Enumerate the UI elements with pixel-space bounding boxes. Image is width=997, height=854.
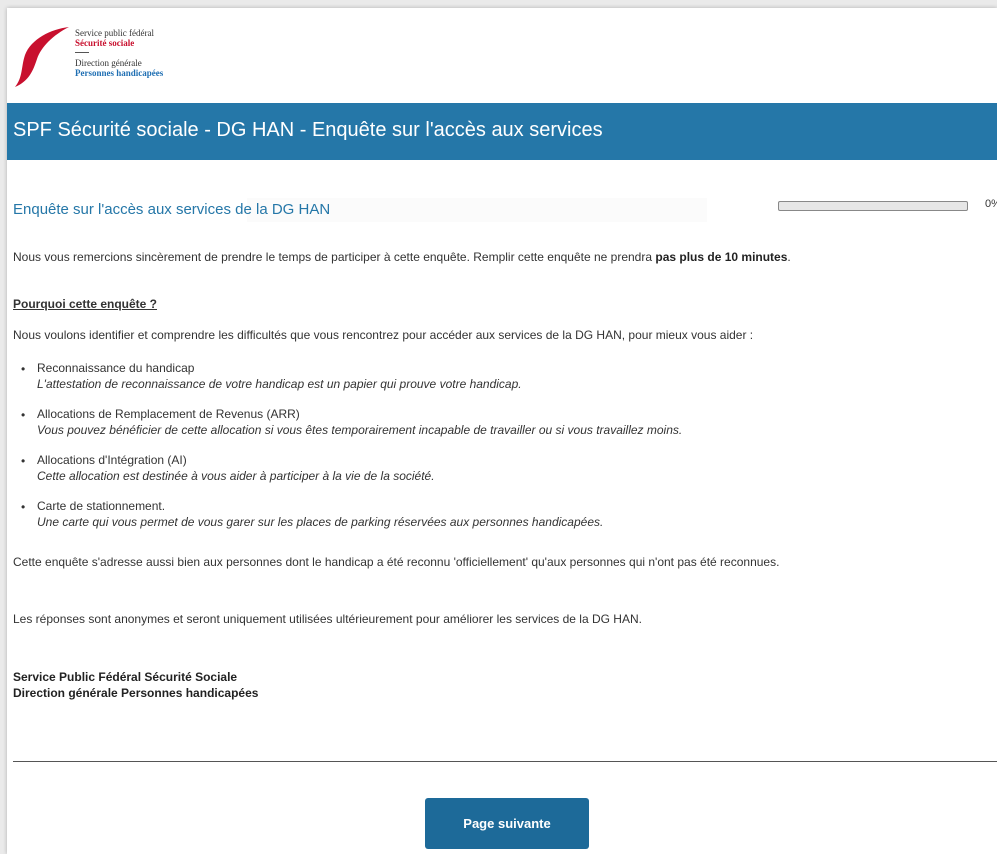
- why-heading: Pourquoi cette enquête ?: [13, 297, 158, 311]
- list-item: • Allocations de Remplacement de Revenus…: [7, 407, 682, 453]
- logo-divider: [75, 52, 89, 53]
- intro-text-part1: Nous vous remercions sincèrement de pren…: [13, 250, 656, 264]
- signature-line-1: Service Public Fédéral Sécurité Sociale: [13, 670, 238, 684]
- anonymity-text: Les réponses sont anonymes et seront uni…: [13, 612, 642, 626]
- intro-text-part2: .: [787, 250, 791, 264]
- intro-text: Nous vous remercions sincèrement de pren…: [13, 250, 791, 264]
- list-item-title: Allocations de Remplacement de Revenus (…: [37, 407, 300, 421]
- audience-text: Cette enquête s'adresse aussi bien aux p…: [13, 555, 780, 569]
- intro-text-bold: pas plus de 10 minutes: [655, 250, 788, 264]
- page-container: Service public fédéral Sécurité sociale …: [7, 8, 997, 854]
- list-item-desc: Vous pouvez bénéficier de cette allocati…: [37, 423, 683, 437]
- header-banner: SPF Sécurité sociale - DG HAN - Enquête …: [7, 103, 997, 160]
- list-item-desc: Cette allocation est destinée à vous aid…: [37, 469, 435, 483]
- progress-bar: [778, 201, 968, 211]
- list-item-desc: Une carte qui vous permet de vous garer …: [37, 515, 604, 529]
- progress-percent: 0%: [985, 198, 997, 210]
- divider: [13, 761, 997, 762]
- logo-line-1: Service public fédéral: [75, 28, 154, 38]
- spf-logo: Service public fédéral Sécurité sociale …: [11, 25, 211, 103]
- logo-line-2: Sécurité sociale: [75, 38, 135, 48]
- swoosh-logo-icon: [15, 27, 69, 87]
- survey-title: Enquête sur l'accès aux services de la D…: [13, 201, 331, 218]
- signature-line-2: Direction générale Personnes handicapées: [13, 686, 259, 700]
- list-item-title: Reconnaissance du handicap: [37, 361, 195, 375]
- list-item-title: Carte de stationnement.: [37, 499, 166, 513]
- bullet-icon: •: [21, 500, 26, 514]
- list-item: • Reconnaissance du handicap L'attestati…: [7, 361, 522, 407]
- list-item: • Allocations d'Intégration (AI) Cette a…: [7, 453, 435, 499]
- logo-line-4: Personnes handicapées: [75, 68, 164, 78]
- list-item-desc: L'attestation de reconnaissance de votre…: [37, 377, 522, 391]
- next-page-button[interactable]: Page suivante: [425, 798, 589, 849]
- bullet-icon: •: [21, 362, 26, 376]
- why-lead-text: Nous voulons identifier et comprendre le…: [13, 328, 754, 342]
- page-title: SPF Sécurité sociale - DG HAN - Enquête …: [13, 119, 603, 141]
- logo-line-3: Direction générale: [75, 58, 142, 68]
- bullet-icon: •: [21, 454, 26, 468]
- list-item: • Carte de stationnement. Une carte qui …: [7, 499, 603, 545]
- services-list: • Reconnaissance du handicap L'attestati…: [7, 361, 682, 545]
- list-item-title: Allocations d'Intégration (AI): [37, 453, 187, 467]
- bullet-icon: •: [21, 408, 26, 422]
